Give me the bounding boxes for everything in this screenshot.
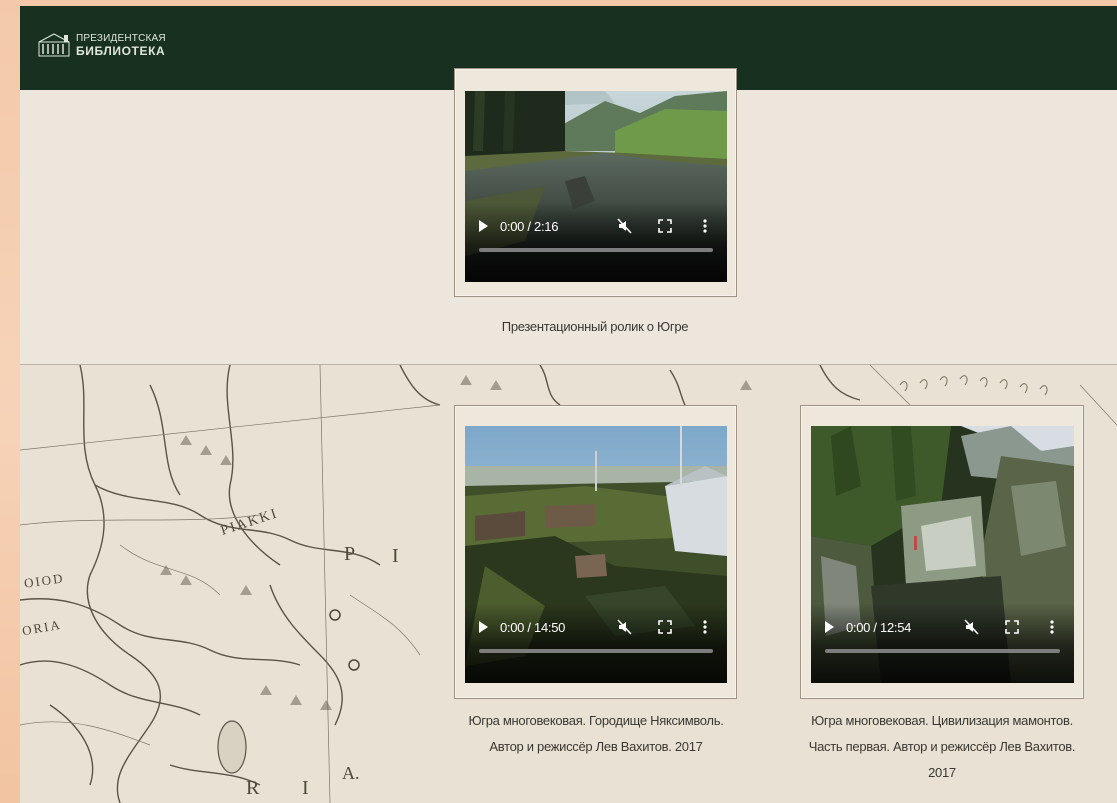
video-progress-bar-1[interactable] bbox=[479, 248, 713, 252]
video-controls-2: 0:00 / 14:50 bbox=[465, 603, 727, 683]
fullscreen-icon[interactable] bbox=[657, 619, 673, 635]
volume-muted-icon[interactable] bbox=[617, 218, 633, 234]
more-vertical-icon[interactable] bbox=[1044, 619, 1060, 635]
play-icon[interactable] bbox=[479, 220, 488, 232]
map-label-r: R bbox=[246, 777, 260, 799]
map-label-i2: I bbox=[302, 777, 309, 799]
more-vertical-icon[interactable] bbox=[697, 619, 713, 635]
map-label-i: I bbox=[392, 545, 399, 567]
volume-muted-icon[interactable] bbox=[964, 619, 980, 635]
page: ПРЕЗИДЕНТСКАЯ БИБЛИОТЕКА 0:00 / 2:16 Пре… bbox=[20, 6, 1117, 803]
logo-line-2: БИБЛИОТЕКА bbox=[76, 44, 166, 58]
video-card-3: 0:00 / 12:54 bbox=[800, 405, 1084, 699]
video-time-1: 0:00 / 2:16 bbox=[500, 218, 559, 234]
video-caption-1: Презентационный ролик о Югре bbox=[501, 319, 689, 334]
video-card-1: 0:00 / 2:16 bbox=[454, 68, 737, 297]
video-player-1[interactable]: 0:00 / 2:16 bbox=[465, 91, 727, 282]
video-player-3[interactable]: 0:00 / 12:54 bbox=[811, 426, 1074, 683]
library-building-icon bbox=[38, 33, 70, 57]
fullscreen-icon[interactable] bbox=[1004, 619, 1020, 635]
video-progress-bar-3[interactable] bbox=[825, 649, 1060, 653]
video-caption-3-line-2: Часть первая. Автор и режиссёр Лев Вахит… bbox=[808, 739, 1076, 754]
more-vertical-icon[interactable] bbox=[697, 218, 713, 234]
video-controls-3: 0:00 / 12:54 bbox=[811, 603, 1074, 683]
video-caption-3-line-3: 2017 bbox=[928, 765, 956, 780]
video-controls-1: 0:00 / 2:16 bbox=[465, 202, 727, 282]
map-label-a: A. bbox=[342, 763, 360, 783]
video-time-2: 0:00 / 14:50 bbox=[500, 619, 566, 635]
video-caption-2-line-2: Автор и режиссёр Лев Вахитов. 2017 bbox=[489, 739, 703, 754]
video-caption-3: Югра многовековая. Цивилизация мамонтов.… bbox=[790, 708, 1094, 786]
play-icon[interactable] bbox=[825, 621, 834, 633]
video-card-2: 0:00 / 14:50 bbox=[454, 405, 737, 699]
video-player-2[interactable]: 0:00 / 14:50 bbox=[465, 426, 727, 683]
play-icon[interactable] bbox=[479, 621, 488, 633]
presidential-library-logo[interactable]: ПРЕЗИДЕНТСКАЯ БИБЛИОТЕКА bbox=[38, 32, 166, 58]
video-caption-3-line-1: Югра многовековая. Цивилизация мамонтов. bbox=[811, 713, 1073, 728]
video-time-3: 0:00 / 12:54 bbox=[846, 619, 912, 635]
map-label-p: P bbox=[344, 543, 356, 565]
video-caption-2-line-1: Югра многовековая. Городище Няксимволь. bbox=[468, 713, 724, 728]
video-progress-bar-2[interactable] bbox=[479, 649, 713, 653]
video-caption-2: Югра многовековая. Городище Няксимволь. … bbox=[440, 708, 752, 760]
fullscreen-icon[interactable] bbox=[657, 218, 673, 234]
volume-muted-icon[interactable] bbox=[617, 619, 633, 635]
